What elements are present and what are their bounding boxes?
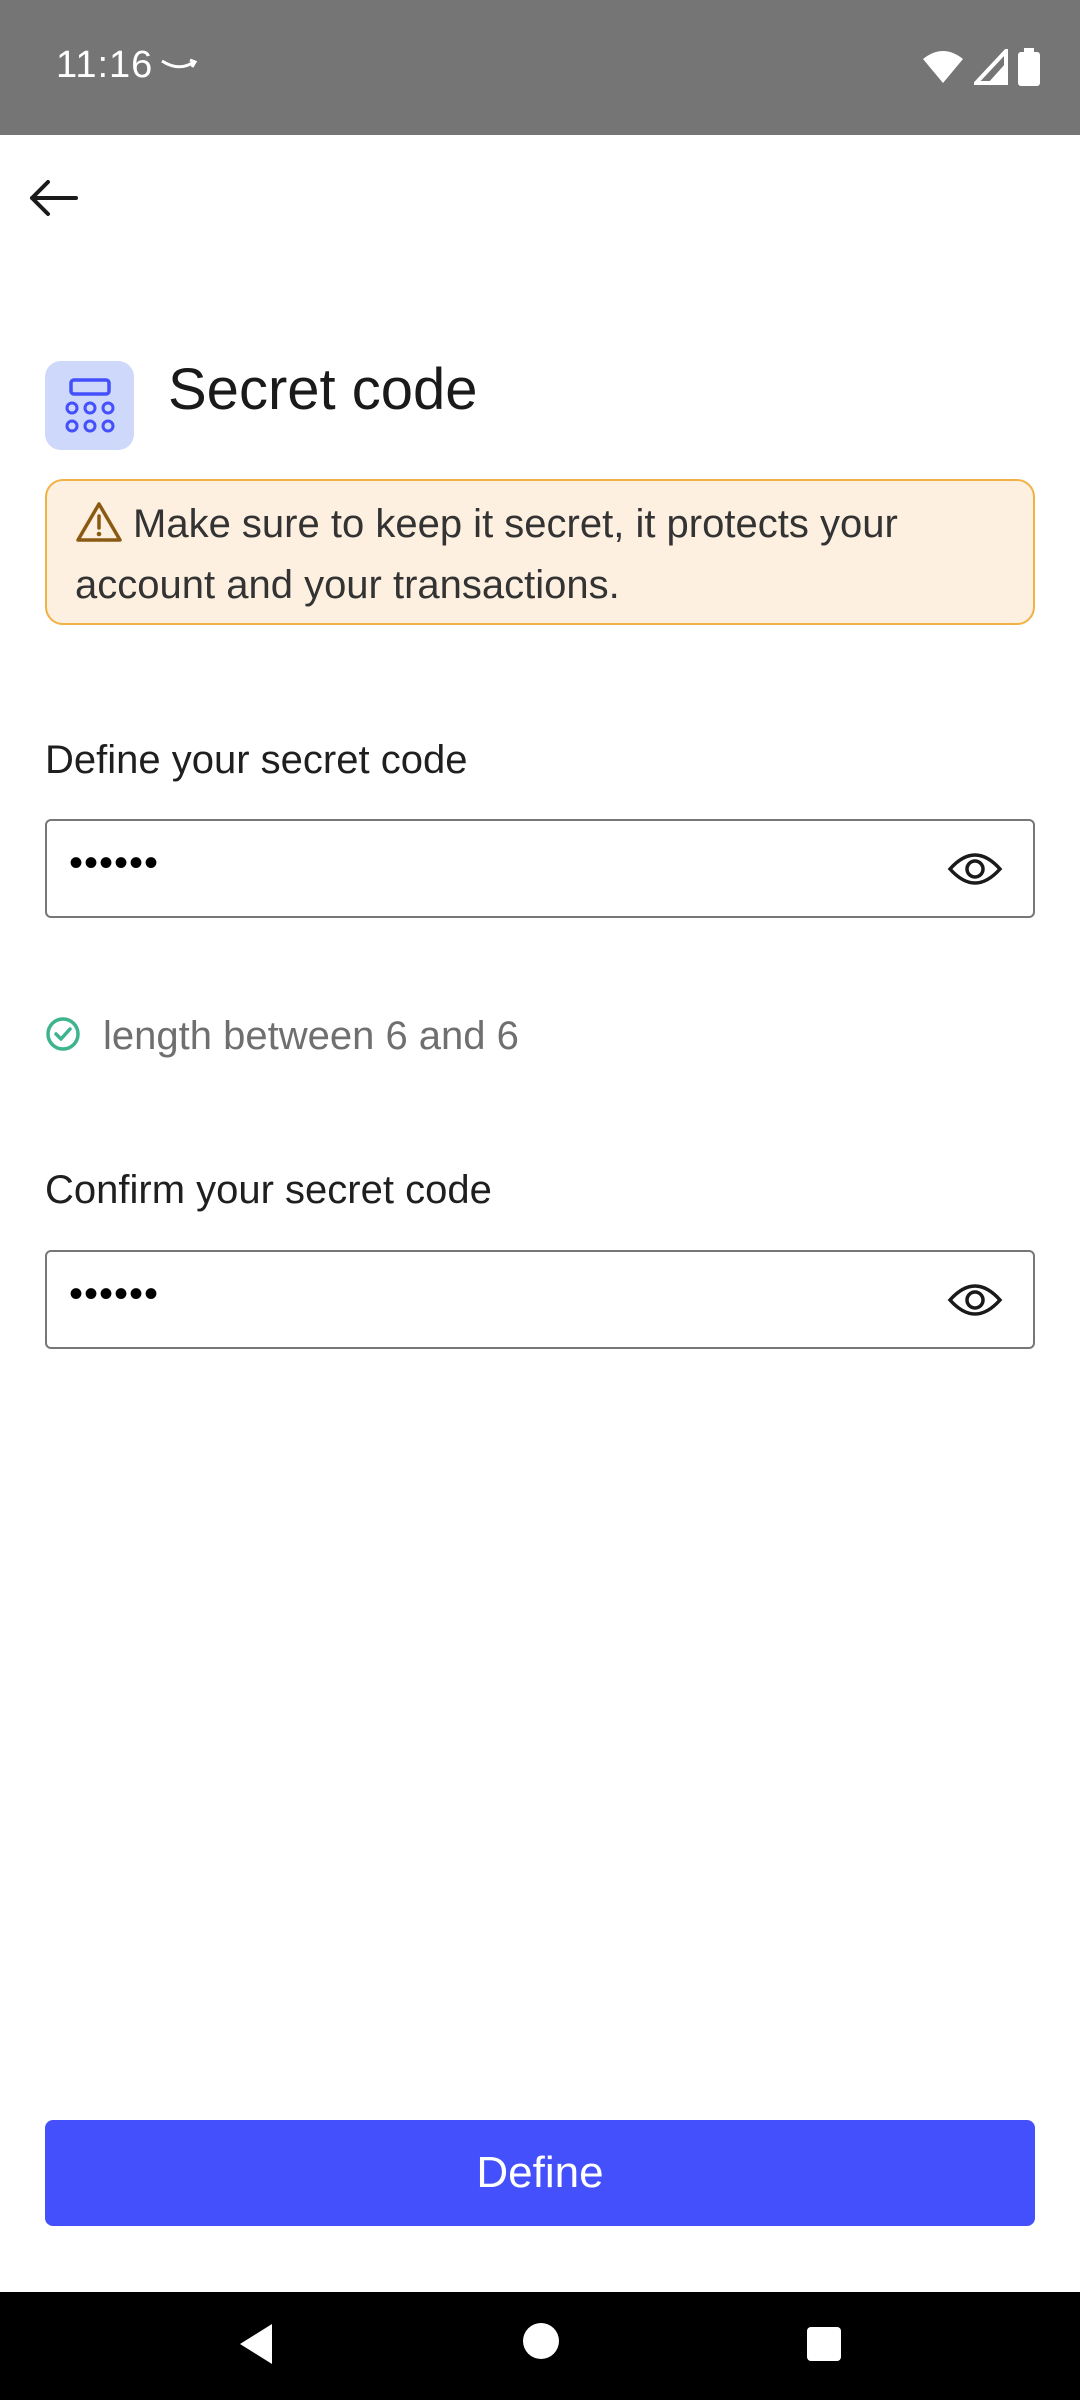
status-bar: 11:16 (0, 0, 1080, 135)
status-time: 11:16 (56, 44, 154, 86)
define-code-input[interactable]: •••••• (45, 819, 1035, 918)
battery-icon (1018, 48, 1040, 91)
amazon-icon (160, 58, 198, 77)
warning-text: Make sure to keep it secret, it protects… (75, 502, 898, 607)
define-code-value: •••••• (69, 841, 160, 885)
signal-icon (971, 45, 1008, 90)
recents-icon[interactable] (806, 2326, 842, 2367)
page-title: Secret code (168, 357, 478, 422)
home-icon[interactable] (522, 2322, 560, 2365)
warning-banner: Make sure to keep it secret, it protects… (45, 479, 1035, 625)
confirm-code-input[interactable]: •••••• (45, 1250, 1035, 1349)
back-icon[interactable] (236, 2322, 276, 2371)
define-code-label: Define your secret code (45, 738, 468, 782)
warning-triangle-icon (75, 501, 123, 558)
system-nav-bar (0, 2292, 1080, 2400)
arrow-left-icon (30, 180, 78, 216)
wifi-icon (922, 49, 964, 90)
keypad-icon (45, 361, 134, 450)
validation-rule-text: length between 6 and 6 (103, 1014, 519, 1058)
status-icons (922, 45, 1040, 91)
confirm-code-label: Confirm your secret code (45, 1168, 492, 1212)
confirm-code-value: •••••• (69, 1272, 160, 1316)
eye-icon[interactable] (947, 1278, 1003, 1322)
eye-icon[interactable] (947, 847, 1003, 891)
check-circle-icon (45, 1016, 81, 1057)
validation-rule: length between 6 and 6 (45, 1014, 519, 1059)
define-button[interactable]: Define (45, 2120, 1035, 2226)
back-button[interactable] (24, 168, 84, 228)
